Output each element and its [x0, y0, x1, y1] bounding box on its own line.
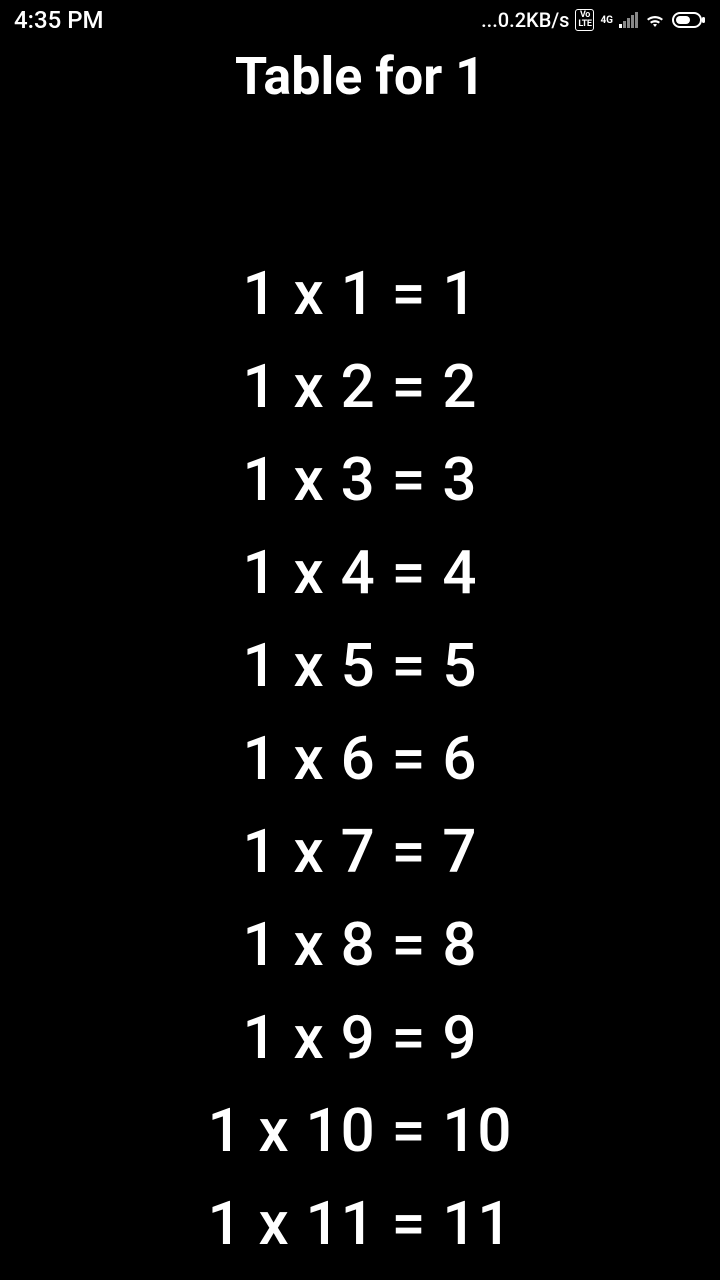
status-time: 4:35 PM — [14, 6, 104, 34]
table-row: 1 x 9 = 9 — [0, 991, 720, 1084]
multiplication-table-list: 1 x 1 = 1 1 x 2 = 2 1 x 3 = 3 1 x 4 = 4 … — [0, 247, 720, 1270]
status-bar-right: ...0.2KB/s VoLTE 4G — [481, 8, 706, 32]
status-data-rate: ...0.2KB/s — [481, 8, 569, 32]
table-row: 1 x 7 = 7 — [0, 805, 720, 898]
page-title: Table for 1 — [0, 46, 720, 107]
table-row: 1 x 6 = 6 — [0, 712, 720, 805]
status-bar-left: 4:35 PM — [14, 6, 104, 34]
table-row: 1 x 2 = 2 — [0, 340, 720, 433]
table-row: 1 x 3 = 3 — [0, 433, 720, 526]
signal-icon — [619, 12, 638, 28]
volte-icon: VoLTE — [575, 9, 594, 31]
table-row: 1 x 5 = 5 — [0, 619, 720, 712]
table-row: 1 x 4 = 4 — [0, 526, 720, 619]
table-row: 1 x 10 = 10 — [0, 1084, 720, 1177]
table-row: 1 x 11 = 11 — [0, 1177, 720, 1270]
wifi-icon — [644, 11, 666, 29]
table-row: 1 x 8 = 8 — [0, 898, 720, 991]
table-row: 1 x 1 = 1 — [0, 247, 720, 340]
status-bar: 4:35 PM ...0.2KB/s VoLTE 4G — [0, 0, 720, 40]
network-type-indicator: 4G — [600, 15, 613, 26]
battery-icon — [672, 11, 706, 29]
